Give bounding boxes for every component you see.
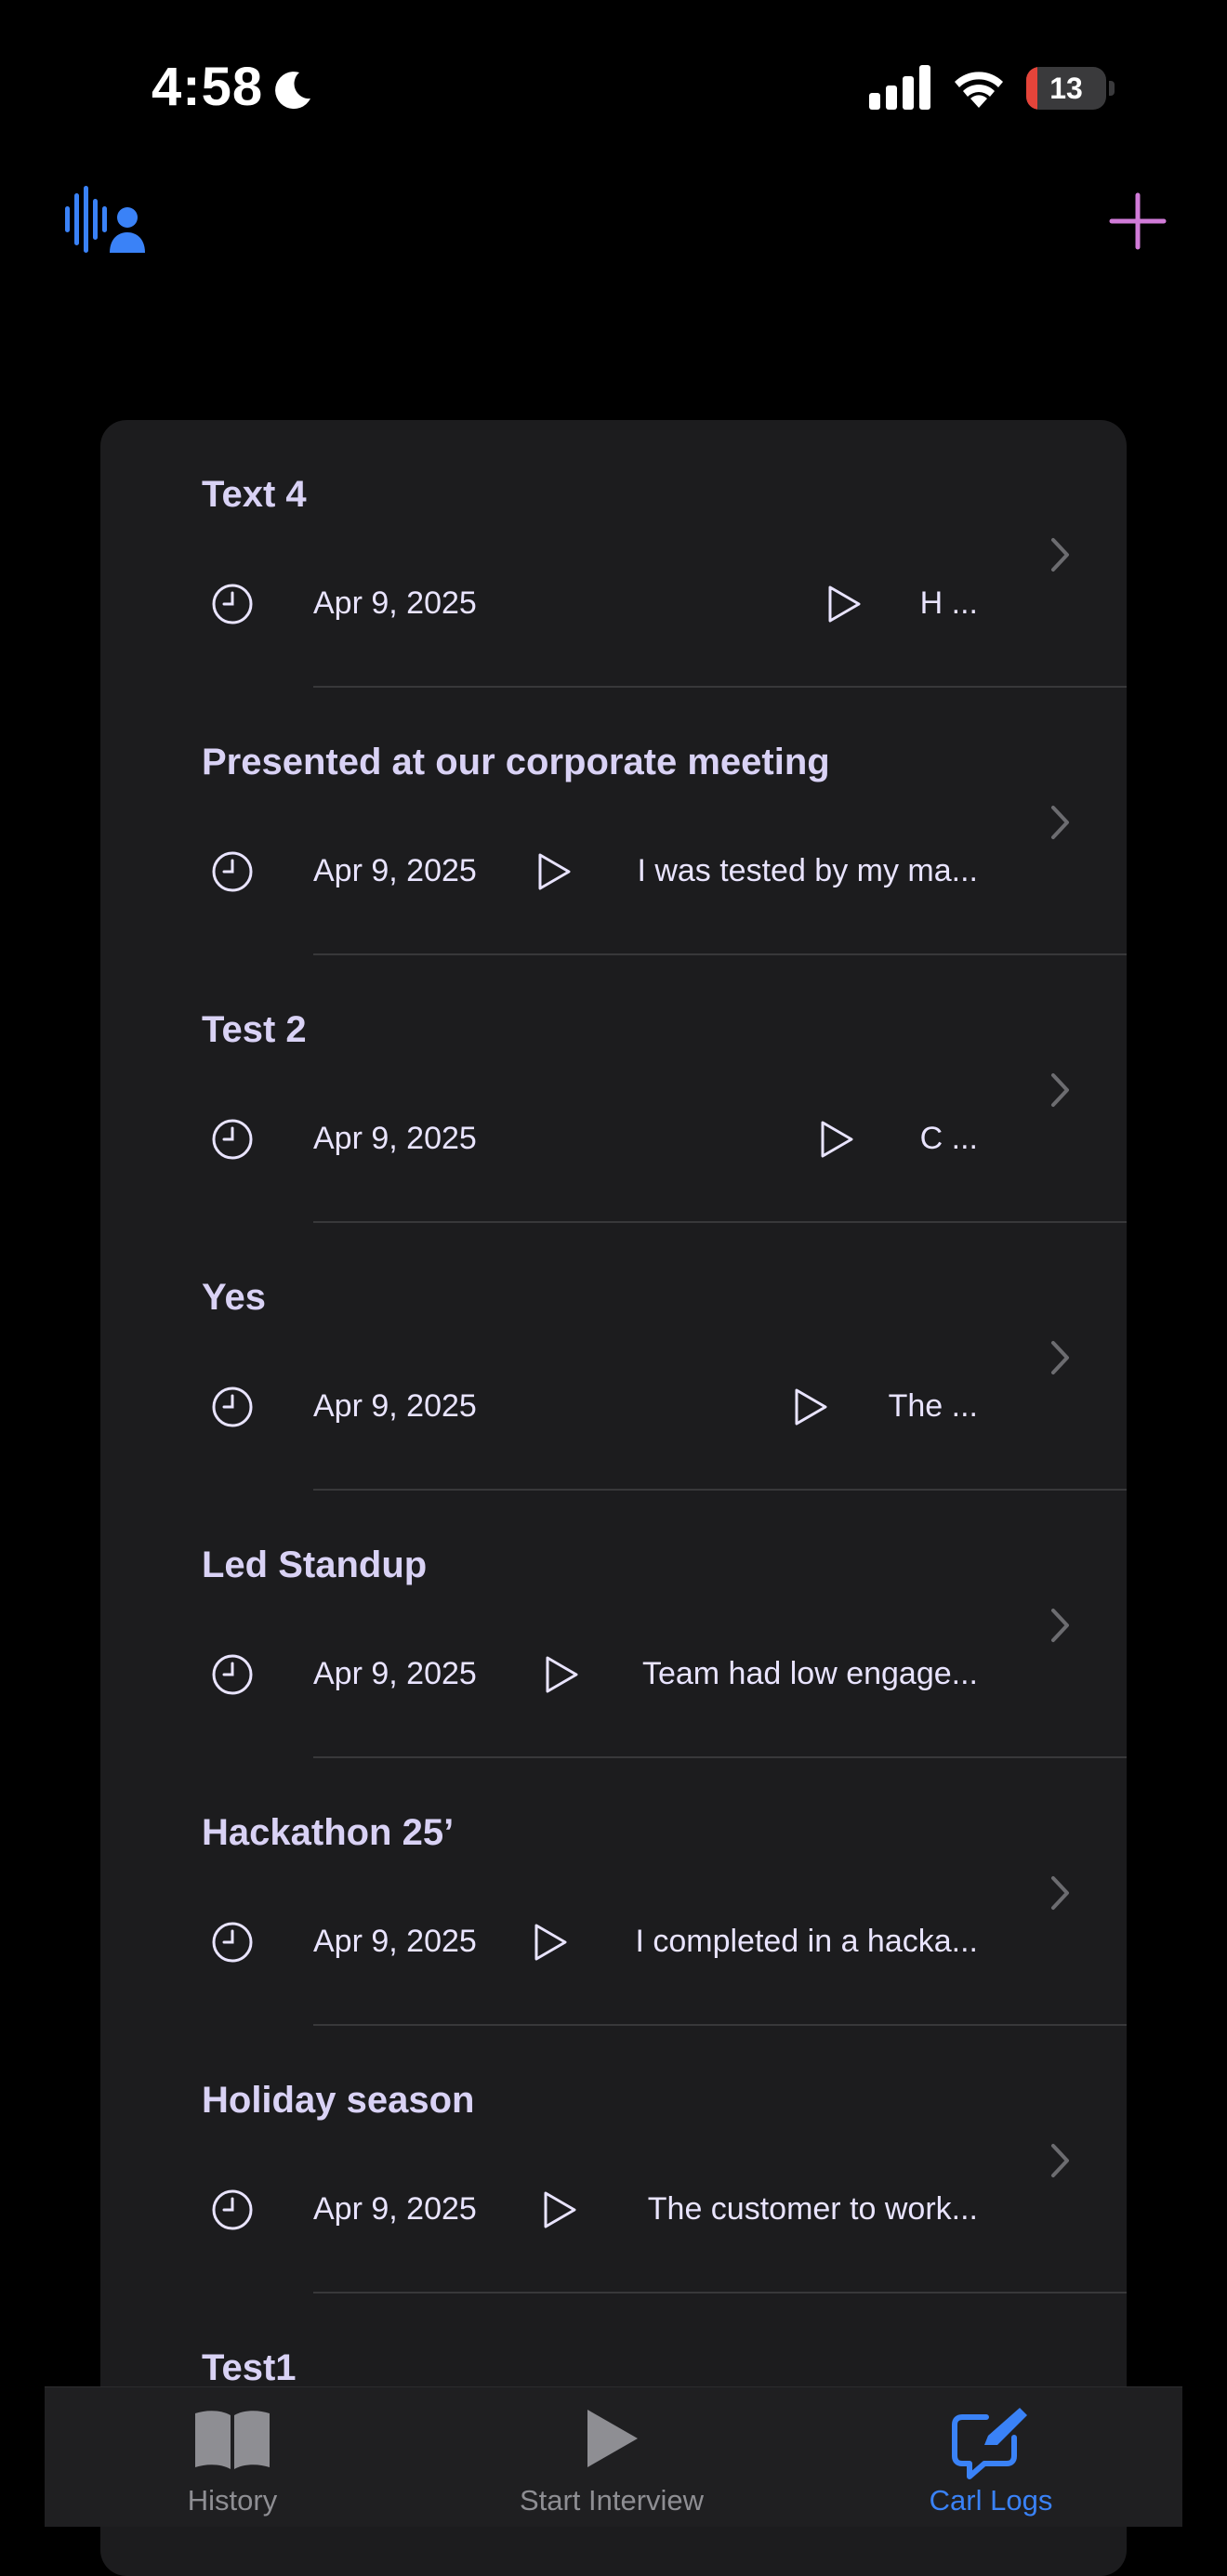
log-row[interactable]: Text 4 Apr 9, 2025 H ... [100,420,1127,688]
book-icon [195,2411,270,2469]
log-title: Yes [202,1277,266,1318]
clock-icon [212,851,253,892]
play-icon[interactable] [825,584,863,624]
log-row[interactable]: Holiday season Apr 9, 2025 The customer … [100,2026,1127,2293]
wifi-icon [955,72,1003,108]
log-title: Test1 [202,2347,297,2388]
play-icon[interactable] [535,851,573,892]
log-title: Test 2 [202,1009,307,1050]
log-preview: I was tested by my ma... [637,853,978,888]
log-title: Led Standup [202,1544,428,1585]
play-icon[interactable] [541,2189,578,2230]
log-title: Hackathon 25’ [202,1812,455,1853]
log-row[interactable]: Hackathon 25’ Apr 9, 2025 I completed in… [100,1758,1127,2026]
log-date: Apr 9, 2025 [313,1924,477,1959]
chevron-right-icon [1051,1341,1069,1374]
play-icon [587,2410,638,2467]
chevron-right-icon [1051,1876,1069,1910]
chevron-right-icon [1051,2144,1069,2177]
log-preview: C ... [919,1121,978,1156]
chevron-right-icon [1051,1073,1069,1107]
play-icon[interactable] [792,1387,829,1427]
log-preview: I completed in a hacka... [635,1924,978,1959]
play-icon[interactable] [543,1654,580,1695]
log-date: Apr 9, 2025 [313,853,477,888]
moon-icon [275,72,310,110]
log-row[interactable]: Test 2 Apr 9, 2025 C ... [100,955,1127,1223]
log-date: Apr 9, 2025 [313,1656,477,1691]
tab-label: Start Interview [519,2484,705,2517]
log-row[interactable]: Presented at our corporate meeting Apr 9… [100,688,1127,955]
log-title: Holiday season [202,2080,475,2121]
chevron-right-icon [1051,538,1069,572]
battery-indicator: 13 [1026,67,1115,110]
battery-level: 13 [1049,72,1083,105]
tab-history[interactable]: History [93,2387,372,2527]
log-date: Apr 9, 2025 [313,1121,477,1156]
chevron-right-icon [1051,806,1069,839]
tab-carl-logs[interactable]: Carl Logs [851,2387,1130,2527]
tab-label: Carl Logs [929,2484,1053,2517]
clock-icon [212,584,253,624]
log-date: Apr 9, 2025 [313,1388,477,1424]
chevron-right-icon [1051,1609,1069,1642]
clock-icon [212,1654,253,1695]
clock-icon [212,1922,253,1963]
log-preview: The ... [888,1388,978,1424]
log-row[interactable]: Yes Apr 9, 2025 The ... [100,1223,1127,1491]
tab-start-interview[interactable]: Start Interview [472,2387,751,2527]
status-bar: 4:58 13 [0,0,1227,177]
voice-profile-icon[interactable] [65,186,147,253]
tab-label: History [187,2484,278,2517]
compose-icon [952,2408,1027,2479]
log-date: Apr 9, 2025 [313,585,477,621]
log-preview: The customer to work... [647,2191,978,2227]
log-row[interactable]: Led Standup Apr 9, 2025 Team had low eng… [100,1491,1127,1758]
add-log-button[interactable] [1108,191,1168,251]
status-time: 4:58 [152,57,264,117]
tab-bar: History Start Interview Carl Logs [45,2386,1182,2527]
clock-icon [212,1387,253,1427]
cellular-signal-icon [869,65,930,110]
log-title: Presented at our corporate meeting [202,742,830,782]
log-date: Apr 9, 2025 [313,2191,477,2227]
log-title: Text 4 [202,474,307,515]
log-preview: H ... [919,585,978,621]
clock-icon [212,2189,253,2230]
play-icon[interactable] [818,1119,855,1160]
logs-list: Text 4 Apr 9, 2025 H ... Presented at ou… [100,420,1127,2576]
clock-icon [212,1119,253,1160]
play-icon[interactable] [532,1922,569,1963]
log-preview: Team had low engage... [641,1656,978,1691]
